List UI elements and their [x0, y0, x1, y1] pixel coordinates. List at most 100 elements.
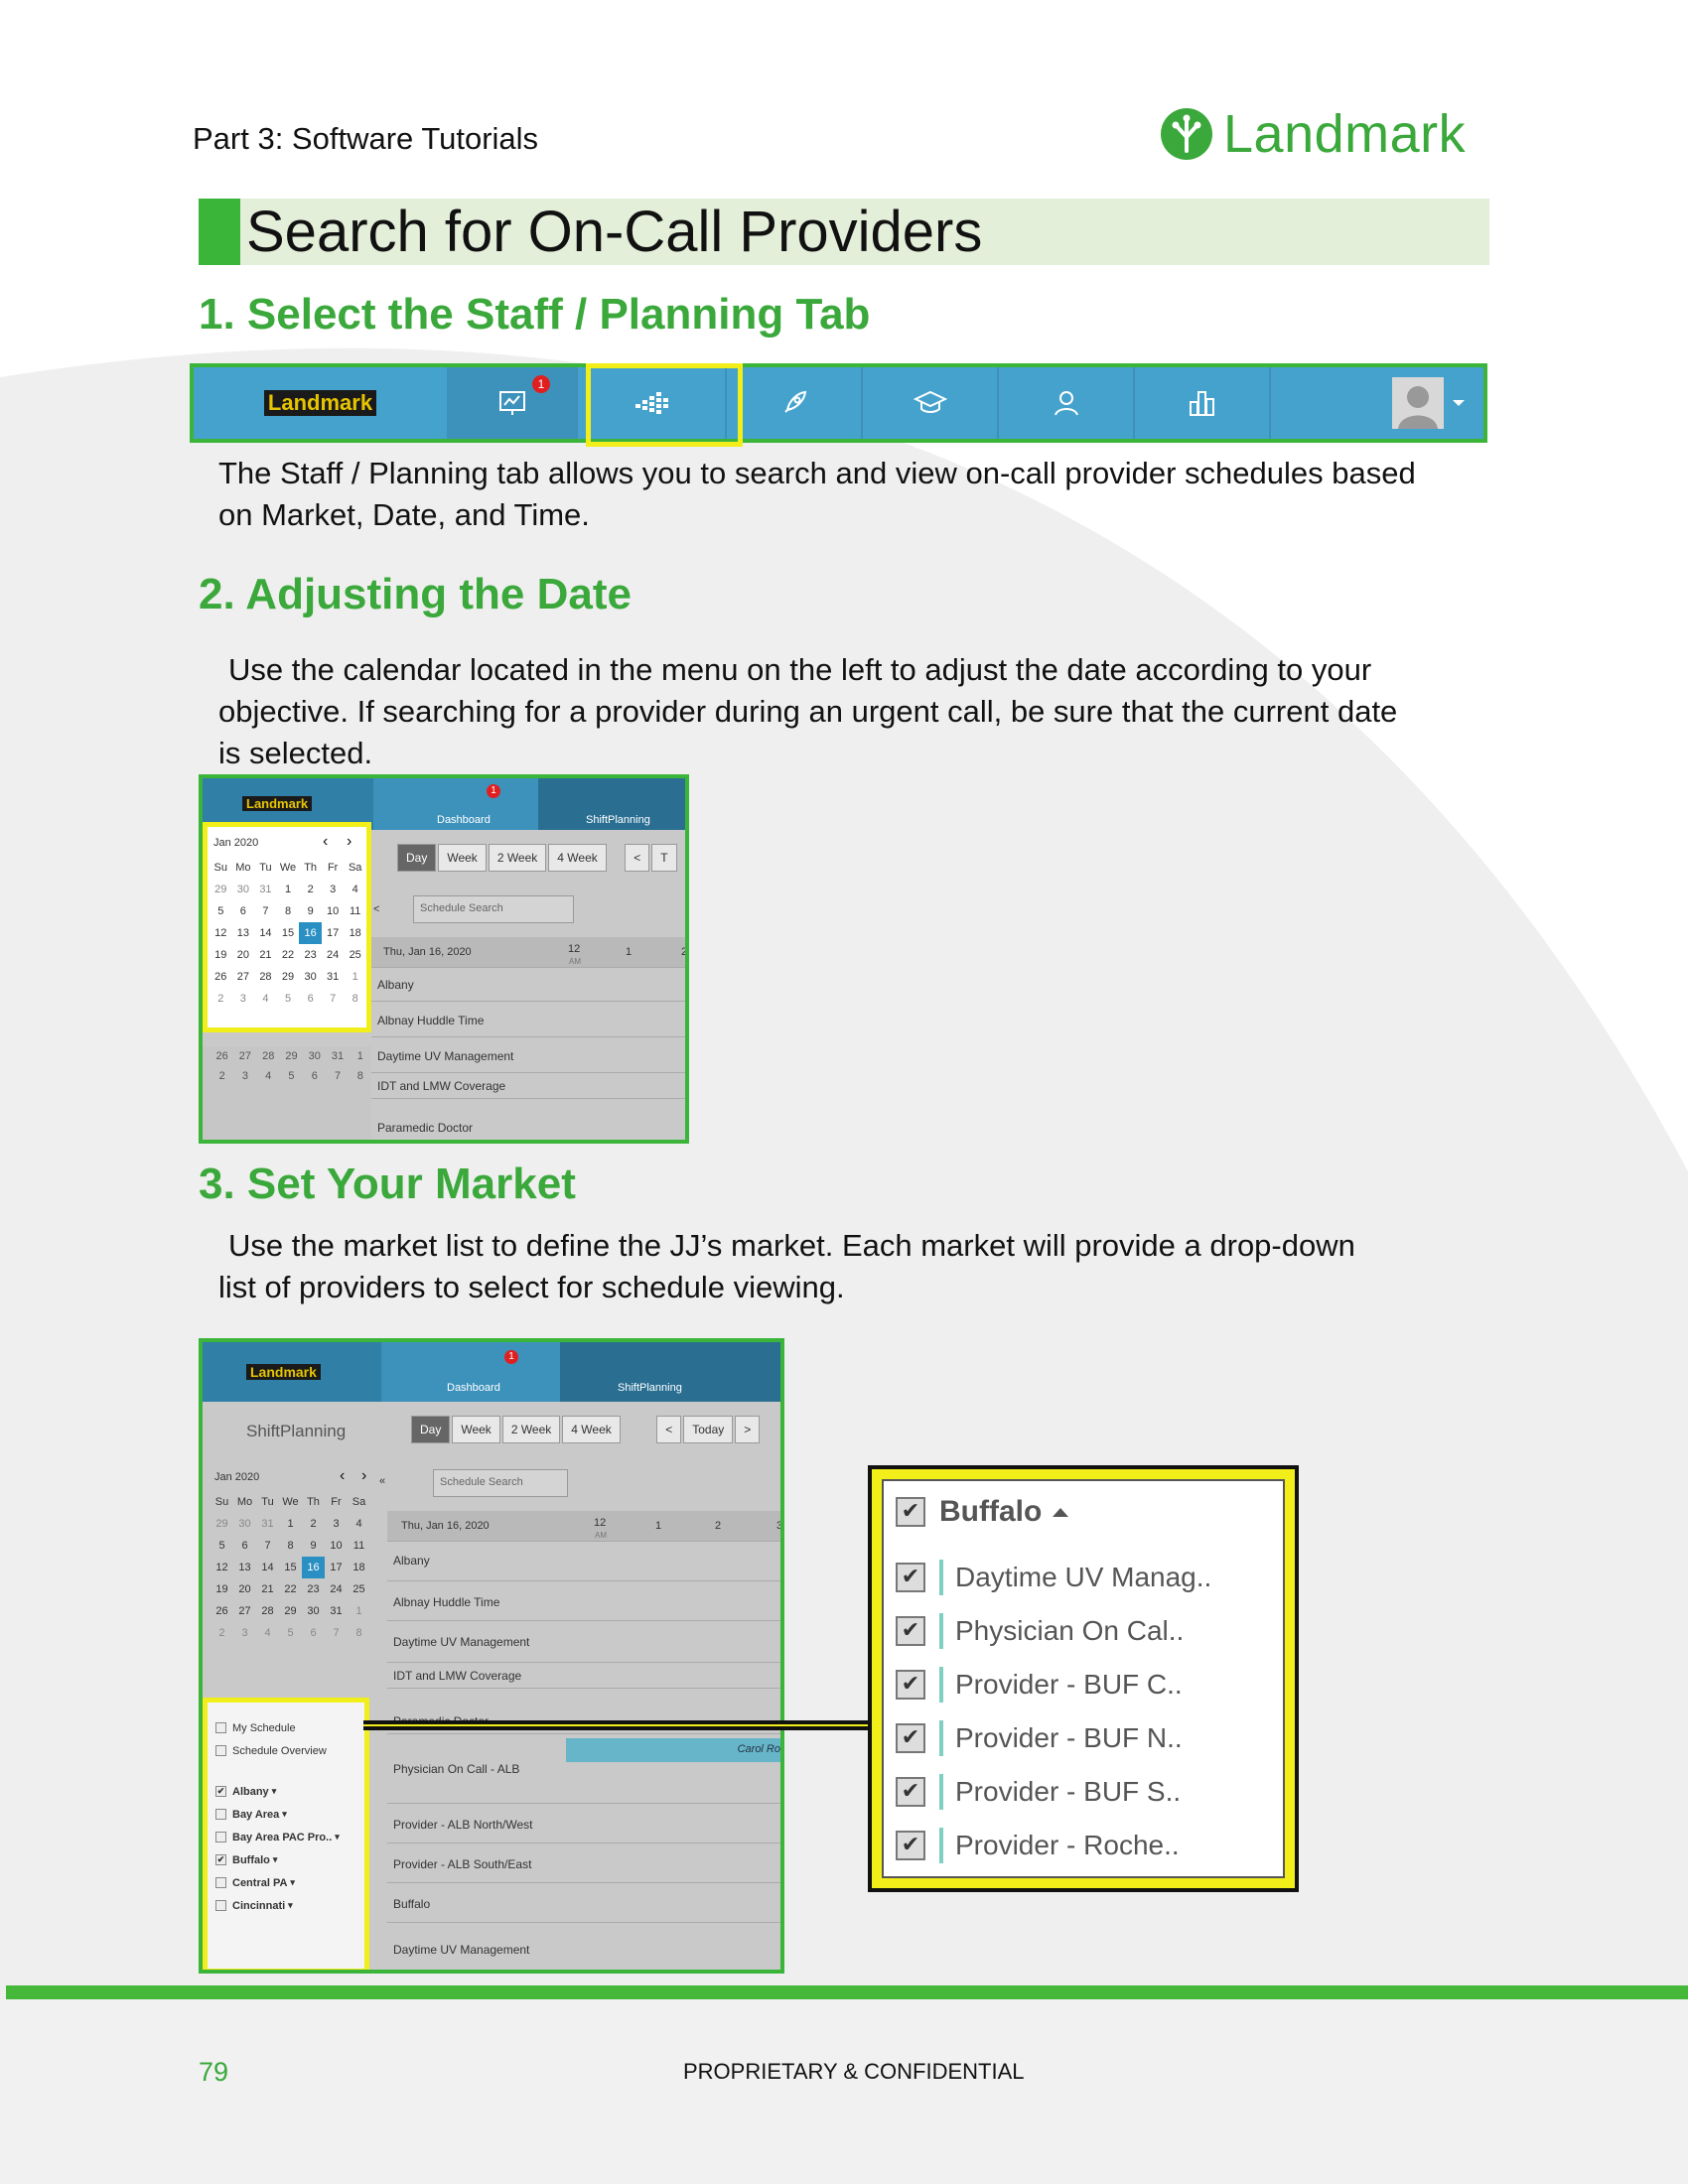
calendar-day[interactable]: 3	[233, 1622, 256, 1644]
calendar-day[interactable]: 7	[256, 1535, 279, 1557]
provider-item[interactable]: ✔ Provider - BUF N..	[896, 1711, 1211, 1765]
checkbox[interactable]: ✔	[215, 1786, 226, 1797]
calendar-day[interactable]: 1	[348, 1600, 370, 1622]
calendar-day[interactable]: 29	[277, 966, 300, 988]
calendar-day[interactable]: 3	[232, 988, 255, 1010]
calendar-day[interactable]: 22	[277, 944, 300, 966]
calendar-day[interactable]: 10	[322, 900, 345, 922]
market-filter-item[interactable]: ✔ Buffalo ▾	[215, 1848, 340, 1871]
calendar-day[interactable]: 9	[299, 900, 322, 922]
calendar-day[interactable]: 26	[211, 1600, 233, 1622]
calendar-day[interactable]: 11	[348, 1535, 370, 1557]
checkbox[interactable]	[215, 1877, 226, 1888]
calendar-day[interactable]: 13	[232, 922, 255, 944]
checkbox-icon[interactable]: ✔	[896, 1723, 925, 1753]
calendar-day[interactable]: 4	[344, 879, 366, 900]
calendar-day[interactable]: 25	[348, 1578, 370, 1600]
checkbox[interactable]: ✔	[215, 1854, 226, 1865]
calendar-day[interactable]: 23	[299, 944, 322, 966]
provider-item[interactable]: ✔ Provider - Roche..	[896, 1819, 1211, 1872]
calendar-day[interactable]: 18	[348, 1557, 370, 1578]
calendar-day[interactable]: 8	[348, 1622, 370, 1644]
calendar-day[interactable]: 12	[211, 1557, 233, 1578]
calendar-day[interactable]: 15	[277, 922, 300, 944]
calendar-day[interactable]: 14	[254, 922, 277, 944]
calendar-day[interactable]: 2	[299, 879, 322, 900]
calendar-day[interactable]: 3	[322, 879, 345, 900]
calendar-day[interactable]: 20	[233, 1578, 256, 1600]
calendar-day[interactable]: 3	[325, 1513, 348, 1535]
checkbox-icon[interactable]: ✔	[896, 1563, 925, 1592]
calendar-day[interactable]: 10	[325, 1535, 348, 1557]
calendar-day[interactable]: 8	[279, 1535, 302, 1557]
calendar-day[interactable]: 4	[256, 1622, 279, 1644]
calendar-day[interactable]: 12	[210, 922, 232, 944]
calendar-day[interactable]: 24	[322, 944, 345, 966]
calendar-day[interactable]: 8	[277, 900, 300, 922]
calendar-day[interactable]: 11	[344, 900, 366, 922]
calendar-day[interactable]: 1	[279, 1513, 302, 1535]
market-filter-item[interactable]: My Schedule	[215, 1716, 340, 1739]
checkbox-icon[interactable]: ✔	[896, 1670, 925, 1700]
calendar-day[interactable]: 5	[279, 1622, 302, 1644]
checkbox[interactable]	[215, 1809, 226, 1820]
calendar-day[interactable]: 30	[299, 966, 322, 988]
calendar-day[interactable]: 29	[279, 1600, 302, 1622]
calendar-day[interactable]: 7	[325, 1622, 348, 1644]
calendar-day[interactable]: 27	[232, 966, 255, 988]
calendar-day[interactable]: 18	[344, 922, 366, 944]
calendar-day[interactable]: 17	[322, 922, 345, 944]
calendar-day[interactable]: 13	[233, 1557, 256, 1578]
calendar-day[interactable]: 28	[256, 1600, 279, 1622]
calendar-day[interactable]: 31	[254, 879, 277, 900]
calendar-day[interactable]: 6	[299, 988, 322, 1010]
calendar-day[interactable]: 16	[302, 1557, 325, 1578]
calendar-day[interactable]: 29	[211, 1513, 233, 1535]
calendar-day[interactable]: 2	[210, 988, 232, 1010]
checkbox-icon[interactable]: ✔	[896, 1831, 925, 1860]
calendar-day[interactable]: 31	[325, 1600, 348, 1622]
calendar-day[interactable]: 29	[210, 879, 232, 900]
calendar-day[interactable]: 27	[233, 1600, 256, 1622]
market-filter-item[interactable]: Schedule Overview	[215, 1739, 340, 1762]
calendar-day[interactable]: 25	[344, 944, 366, 966]
provider-item[interactable]: ✔ Daytime UV Manag..	[896, 1551, 1211, 1604]
market-filter-item[interactable]: ✔ Albany ▾	[215, 1780, 340, 1803]
calendar-day[interactable]: 1	[277, 879, 300, 900]
calendar-day[interactable]: 30	[233, 1513, 256, 1535]
calendar-day[interactable]: 21	[256, 1578, 279, 1600]
calendar-day[interactable]: 5	[211, 1535, 233, 1557]
calendar-day[interactable]: 21	[254, 944, 277, 966]
calendar-day[interactable]: 6	[233, 1535, 256, 1557]
checkbox[interactable]	[215, 1832, 226, 1843]
checkbox[interactable]	[215, 1745, 226, 1756]
calendar-day[interactable]: 22	[279, 1578, 302, 1600]
calendar-day[interactable]: 19	[210, 944, 232, 966]
calendar-day[interactable]: 5	[277, 988, 300, 1010]
calendar-day[interactable]: 28	[254, 966, 277, 988]
calendar-day[interactable]: 7	[254, 900, 277, 922]
market-filter-item[interactable]: Central PA ▾	[215, 1871, 340, 1894]
calendar-day[interactable]: 4	[348, 1513, 370, 1535]
provider-item[interactable]: ✔ Provider - BUF C..	[896, 1658, 1211, 1711]
calendar-day[interactable]: 8	[344, 988, 366, 1010]
calendar-day[interactable]: 6	[232, 900, 255, 922]
calendar-day[interactable]: 17	[325, 1557, 348, 1578]
calendar-day[interactable]: 6	[302, 1622, 325, 1644]
checkbox[interactable]	[215, 1722, 226, 1733]
checkbox-icon[interactable]: ✔	[896, 1777, 925, 1807]
calendar-day[interactable]: 26	[210, 966, 232, 988]
calendar-day[interactable]: 14	[256, 1557, 279, 1578]
calendar-day[interactable]: 30	[232, 879, 255, 900]
calendar-day[interactable]: 2	[211, 1622, 233, 1644]
provider-item[interactable]: ✔ Physician On Cal..	[896, 1604, 1211, 1658]
calendar-day[interactable]: 31	[256, 1513, 279, 1535]
calendar-day[interactable]: 9	[302, 1535, 325, 1557]
calendar-day[interactable]: 23	[302, 1578, 325, 1600]
calendar-day[interactable]: 20	[232, 944, 255, 966]
calendar-day[interactable]: 24	[325, 1578, 348, 1600]
market-filter-item[interactable]: Bay Area PAC Pro.. ▾	[215, 1826, 340, 1848]
calendar-day[interactable]: 5	[210, 900, 232, 922]
checkbox-icon[interactable]: ✔	[896, 1616, 925, 1646]
calendar-day[interactable]: 31	[322, 966, 345, 988]
